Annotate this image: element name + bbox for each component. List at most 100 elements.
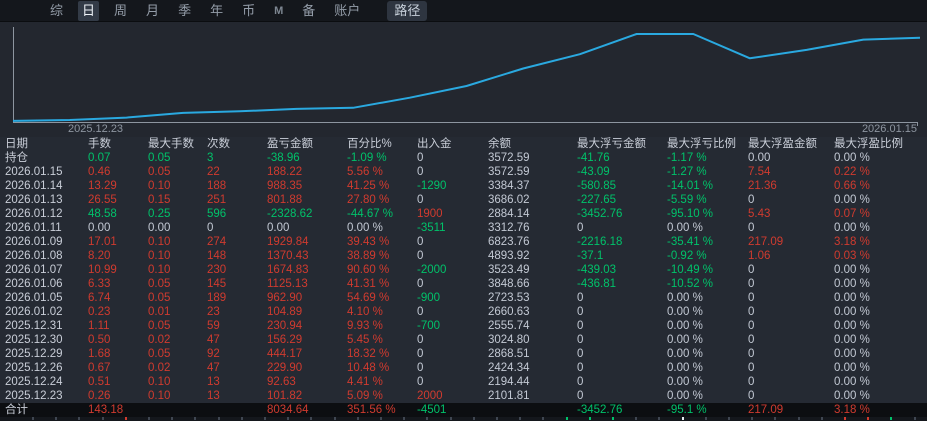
cell-10: 3.18 % — [834, 236, 870, 248]
menu-item-周[interactable]: 周 — [110, 1, 131, 21]
path-button[interactable]: 路径 — [387, 0, 428, 21]
cell-7: -3452.76 — [577, 404, 623, 416]
cell-2: 274 — [207, 236, 227, 248]
table-row[interactable]: 持仓 0.07 0.05 3 -38.96 -1.09 % 0 3572.59 -41.76 -1… — [0, 151, 927, 165]
cell-7: 0 — [577, 292, 584, 304]
cell-1: 0.10 — [148, 390, 171, 402]
menu-item-币[interactable]: 币 — [238, 1, 259, 21]
cell-6: 2884.14 — [488, 208, 530, 220]
cell-5: 0 — [417, 306, 424, 318]
cell-10: 0.00 % — [834, 152, 870, 164]
cell-3: 8034.64 — [267, 404, 309, 416]
cell-6 — [488, 403, 577, 417]
table-row[interactable]: 2025.12.26 0.67 0.02 47 229.90 10.48 % 0 2424.3… — [0, 361, 927, 375]
cell-9: 0 — [748, 390, 755, 402]
menu-item-备[interactable]: 备 — [298, 1, 319, 21]
menu-item-日[interactable]: 日 — [78, 0, 100, 21]
menu-item-年[interactable]: 年 — [206, 1, 227, 21]
cell-4: 41.25 % — [347, 180, 390, 192]
table-row[interactable]: 2026.01.13 26.55 0.15 251 801.88 27.80 % 0 3686… — [0, 193, 927, 207]
cell-10: 0.00 % — [834, 320, 870, 332]
strip-tick — [612, 417, 614, 420]
strip-tick — [194, 417, 196, 420]
menu-item-账户[interactable]: 账户 — [330, 1, 364, 21]
cell-5: 0 — [417, 376, 424, 388]
cell-9: 0 — [748, 222, 755, 234]
cell-3: 156.29 — [267, 334, 303, 346]
table-row[interactable]: 2026.01.08 8.20 0.10 148 1370.43 38.89 % 0 4893… — [0, 249, 927, 263]
table-row[interactable]: 2025.12.31 1.11 0.05 59 230.94 9.93 % -700 2555… — [0, 319, 927, 333]
cell-9: 217.09 — [748, 236, 784, 248]
cell-6: 3572.59 — [488, 152, 530, 164]
cell-0: 0.23 — [88, 306, 111, 318]
menu-item-综[interactable]: 综 — [46, 1, 67, 21]
strip-tick — [171, 417, 173, 420]
cell-10: 0.00 % — [834, 348, 870, 360]
cell-7: -580.85 — [577, 180, 617, 192]
daily-performance-table: 日期 手数 最大手数 次数 盈亏金额 百分比% 出入金 余额 最大浮亏金额 最大浮亏比例 最大浮盈金… — [0, 137, 927, 417]
cell-3: 229.90 — [267, 362, 303, 374]
cell-6: 2194.44 — [488, 376, 530, 388]
cell-3: 188.22 — [267, 166, 303, 178]
equity-curve-chart[interactable]: 2025.12.23 2026.01.15 — [0, 22, 927, 137]
cell-date: 2026.01.13 — [5, 194, 63, 206]
cell-6: 2723.53 — [488, 292, 530, 304]
cell-4: 4.10 % — [347, 306, 383, 318]
menu-item-季[interactable]: 季 — [174, 1, 195, 21]
table-row[interactable]: 2025.12.23 0.26 0.10 13 101.82 5.09 % 2000 2101… — [0, 389, 927, 403]
cell-2: 230 — [207, 264, 227, 276]
cell-9: 5.43 — [748, 208, 771, 220]
cell-0: 13.29 — [88, 180, 117, 192]
cell-1: 0.10 — [148, 236, 171, 248]
cell-0: 1.11 — [88, 320, 110, 332]
cell-4: 18.32 % — [347, 348, 390, 360]
table-row[interactable]: 2025.12.29 1.68 0.05 92 444.17 18.32 % 0 2868.5… — [0, 347, 927, 361]
table-row[interactable]: 2026.01.06 6.33 0.05 145 1125.13 41.31 % 0 3848… — [0, 277, 927, 291]
strip-tick — [844, 417, 846, 420]
cell-date: 2026.01.11 — [5, 222, 62, 234]
cell-2: 596 — [207, 208, 227, 220]
cell-3: 230.94 — [267, 320, 303, 332]
cell-10: 0.00 % — [834, 376, 870, 388]
cell-5: -4501 — [417, 404, 447, 416]
cell-0: 8.20 — [88, 250, 111, 262]
cell-1: 0.05 — [148, 348, 171, 360]
table-row[interactable]: 2026.01.05 6.74 0.05 189 962.90 54.69 % -900 27… — [0, 291, 927, 305]
cell-8: 0.00 % — [667, 334, 703, 346]
cell-date: 2026.01.14 — [5, 180, 63, 192]
cell-3: 1370.43 — [267, 250, 309, 262]
menu-item-M[interactable]: M — [270, 1, 287, 21]
strip-tick — [450, 417, 452, 420]
cell-9: 0 — [748, 348, 755, 360]
bottom-tick-strip[interactable] — [0, 417, 927, 421]
cell-9: 0 — [748, 306, 755, 318]
cell-5: -900 — [417, 292, 441, 304]
cell-1: 0.00 — [148, 222, 171, 234]
cell-0: 0.07 — [88, 152, 111, 164]
table-row[interactable]: 2026.01.07 10.99 0.10 230 1674.83 90.60 % -200… — [0, 263, 927, 277]
cell-9: 0 — [748, 362, 755, 374]
menu-item-月[interactable]: 月 — [142, 1, 163, 21]
cell-2: 59 — [207, 320, 220, 332]
table-row[interactable]: 2025.12.30 0.50 0.02 47 156.29 5.45 % 0 3024.80… — [0, 333, 927, 347]
column-header-6: 出入金 — [417, 138, 452, 150]
cell-4: 5.56 % — [347, 166, 383, 178]
cell-8: -35.41 % — [667, 236, 714, 248]
cell-date: 2026.01.05 — [5, 292, 63, 304]
table-row[interactable]: 2026.01.14 13.29 0.10 188 988.35 41.25 % -1290… — [0, 179, 927, 193]
cell-0: 0.67 — [88, 362, 111, 374]
strip-tick — [426, 417, 428, 420]
cell-2: 22 — [207, 166, 220, 178]
cell-4: 41.31 % — [347, 278, 390, 290]
table-row[interactable]: 2026.01.02 0.23 0.01 23 104.89 4.10 % 0 2660.63… — [0, 305, 927, 319]
table-row[interactable]: 2026.01.11 0.00 0.00 0 0.00 0.00 % -3511 3312.7… — [0, 221, 927, 235]
table-row[interactable]: 2026.01.12 48.58 0.25 596 -2328.62 -44.67 % 19… — [0, 207, 927, 221]
cell-6: 3686.02 — [488, 194, 530, 206]
strip-tick — [287, 417, 289, 420]
cell-2: 47 — [207, 362, 220, 374]
table-row[interactable]: 2026.01.09 17.01 0.10 274 1929.84 39.43 % 0 682… — [0, 235, 927, 249]
table-row[interactable]: 2026.01.15 0.46 0.05 22 188.22 5.56 % 0 3572.59… — [0, 165, 927, 179]
table-row[interactable]: 2025.12.24 0.51 0.10 13 92.63 4.41 % 0 2194.44 0… — [0, 375, 927, 389]
cell-9: 21.36 — [748, 180, 777, 192]
cell-1: 0.25 — [148, 208, 171, 220]
